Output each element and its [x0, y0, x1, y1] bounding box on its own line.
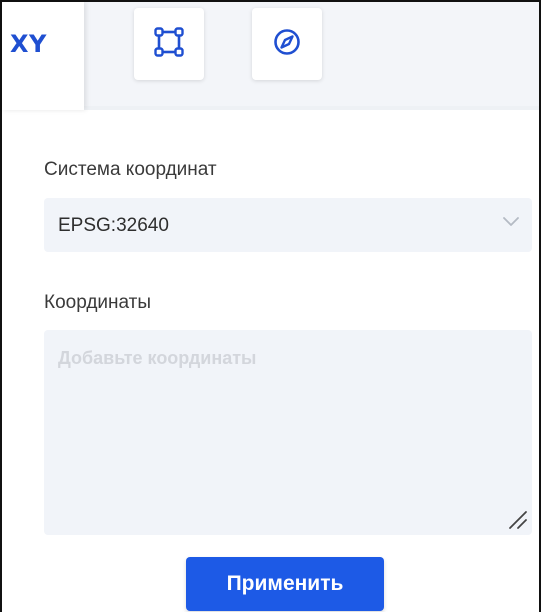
coordinates-label: Координаты — [44, 292, 152, 313]
coordinates-panel: XY Система координат EPSG:32640 Координа… — [0, 0, 541, 612]
square-corners-icon — [154, 26, 184, 62]
tab-xy[interactable]: XY — [2, 2, 84, 110]
crs-label: Система координат — [44, 159, 217, 180]
coordinates-textarea[interactable] — [44, 330, 532, 535]
tab-xy-label: XY — [10, 30, 47, 58]
tab-compass[interactable] — [252, 8, 322, 80]
chevron-down-icon — [502, 214, 520, 228]
tab-bar: XY — [2, 2, 539, 110]
compass-icon — [272, 27, 302, 62]
resize-handle-icon[interactable] — [506, 508, 528, 530]
crs-select[interactable]: EPSG:32640 — [44, 198, 532, 252]
apply-button[interactable]: Применить — [186, 557, 384, 611]
crs-select-value: EPSG:32640 — [58, 215, 169, 236]
tab-bounding-box[interactable] — [134, 8, 204, 80]
